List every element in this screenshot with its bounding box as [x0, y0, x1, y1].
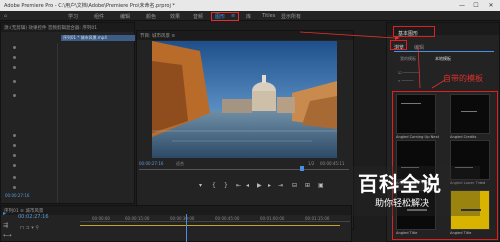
template-name: Angled Title [450, 231, 472, 235]
keyframe-dot[interactable] [13, 164, 16, 167]
template-name: Angled Coming Up Next [396, 135, 439, 139]
fit-dropdown[interactable]: 适合 [176, 161, 184, 167]
ruler-label: 00:00:45:00 [215, 216, 240, 221]
workspace-tab-effects[interactable]: 效果 [170, 13, 180, 20]
workspace-tab-more[interactable]: 显示所有 [281, 13, 301, 20]
template-thumbnail [396, 94, 436, 134]
window-title: Adobe Premiere Pro - C:\用户\文档\Adobe\Prem… [4, 3, 175, 9]
add-marker-icon[interactable]: ▾ [199, 182, 202, 189]
panel-divider [57, 43, 58, 203]
workspace-tab-titles[interactable]: Titles [262, 13, 275, 19]
left-panel-header: 源:(无剪辑) 效果控件 音频剪辑混合器: 序列01 [1, 23, 134, 32]
ruler-label: 00:00:00 [92, 216, 110, 221]
selection-tool-icon[interactable]: ▸ [3, 210, 6, 217]
timeline-panel: 序列01 ≡ 城市风景 [0, 205, 352, 242]
ruler-label: 00:01:00:00 [260, 216, 285, 221]
annotation-arrows [300, 31, 446, 89]
resolution-dropdown[interactable]: 1/2 [308, 161, 314, 166]
keyframe-dot[interactable] [13, 154, 16, 157]
keyframe-dot[interactable] [13, 46, 16, 49]
snap-icon[interactable]: ⊓ ⊐ ▾ ⚲ [20, 225, 39, 231]
ripple-edit-icon[interactable]: ⟷ [3, 232, 12, 239]
track-select-icon[interactable]: ⇶ [3, 222, 8, 229]
ruler-label: 00:00:15:00 [125, 216, 150, 221]
home-icon[interactable]: ⌂ [4, 13, 7, 19]
effect-controls-list [3, 35, 55, 203]
keyframe-dot[interactable] [13, 144, 16, 147]
step-back-icon[interactable]: ◂ [246, 182, 249, 189]
workspace-bar: ⌂ 学习 组件 编辑 颜色 效果 音频 图形 ≡ 库 Titles 显示所有 [0, 11, 500, 21]
keyframe-dot[interactable] [13, 56, 16, 59]
playhead-marker[interactable] [300, 166, 304, 171]
ruler-label: 00:00:30:00 [170, 216, 195, 221]
watermark-title: 百科全说 [358, 172, 442, 196]
workspace-tab-editing[interactable]: 编辑 [120, 13, 130, 20]
go-to-out-icon[interactable]: ⇥ [278, 182, 283, 189]
minimize-button[interactable]: — [456, 1, 468, 10]
source-label: 序列01 * 城市风景.mp4 [63, 35, 107, 40]
keyframe-dot[interactable] [13, 176, 16, 179]
workspace-tab-libraries[interactable]: 库 [246, 13, 251, 20]
workspace-tab-audio[interactable]: 音频 [193, 13, 203, 20]
mark-in-icon[interactable]: { [212, 182, 216, 189]
template-thumbnail [450, 94, 490, 134]
workspace-tab-assembly[interactable]: 组件 [94, 13, 104, 20]
lift-icon[interactable]: ⊟ [292, 182, 297, 189]
template-name: Angled Credits [450, 135, 477, 139]
title-bar: Adobe Premiere Pro - C:\用户\文档\Adobe\Prem… [0, 0, 500, 11]
step-forward-icon[interactable]: ▸ [268, 182, 271, 189]
keyframe-dot[interactable] [13, 66, 16, 69]
scrub-bar[interactable] [139, 169, 349, 170]
extract-icon[interactable]: ⊞ [305, 182, 310, 189]
timeline-playhead[interactable] [186, 214, 187, 242]
template-name: Angled Title [396, 231, 418, 235]
keyframe-dot[interactable] [13, 186, 16, 189]
left-panel-time: 00:00:27:16 [5, 193, 30, 198]
monitor-duration: 00:00:45:11 [320, 161, 345, 166]
maximize-button[interactable]: ☐ [470, 1, 482, 10]
left-panel: 源:(无剪辑) 效果控件 音频剪辑混合器: 序列01 序列01 * 城市风景.m… [0, 22, 135, 204]
play-icon[interactable]: ▶ [257, 182, 262, 189]
workspace-tab-learn[interactable]: 学习 [68, 13, 78, 20]
keyframe-dot[interactable] [13, 134, 16, 137]
export-frame-icon[interactable]: ▣ [318, 182, 324, 189]
watermark-subtitle: 助你轻松解决 [375, 199, 430, 209]
monitor-timecode[interactable]: 00:00:27:16 [139, 161, 163, 166]
close-button[interactable]: ✕ [485, 1, 497, 10]
keyframe-dot[interactable] [13, 80, 16, 83]
template-item[interactable]: Angled Coming Up Next [396, 94, 439, 144]
ruler-label: 00:01:15:00 [305, 216, 330, 221]
keyframe-dot[interactable] [13, 94, 16, 97]
source-clip-bar[interactable]: 序列01 * 城市风景.mp4 [61, 35, 135, 41]
mark-out-icon[interactable]: } [224, 182, 228, 189]
timeline-timecode[interactable]: 00:02:27:16 [18, 214, 49, 220]
work-area-bar[interactable] [80, 225, 340, 226]
timeline-ruler[interactable]: 00:00:00 00:00:15:00 00:00:30:00 00:00:4… [80, 214, 350, 222]
workspace-tab-color[interactable]: 颜色 [146, 13, 156, 20]
go-to-in-icon[interactable]: ⇤ [236, 182, 241, 189]
template-item[interactable]: Angled Credits [450, 94, 490, 144]
graphics-tab-highlight [211, 12, 239, 21]
